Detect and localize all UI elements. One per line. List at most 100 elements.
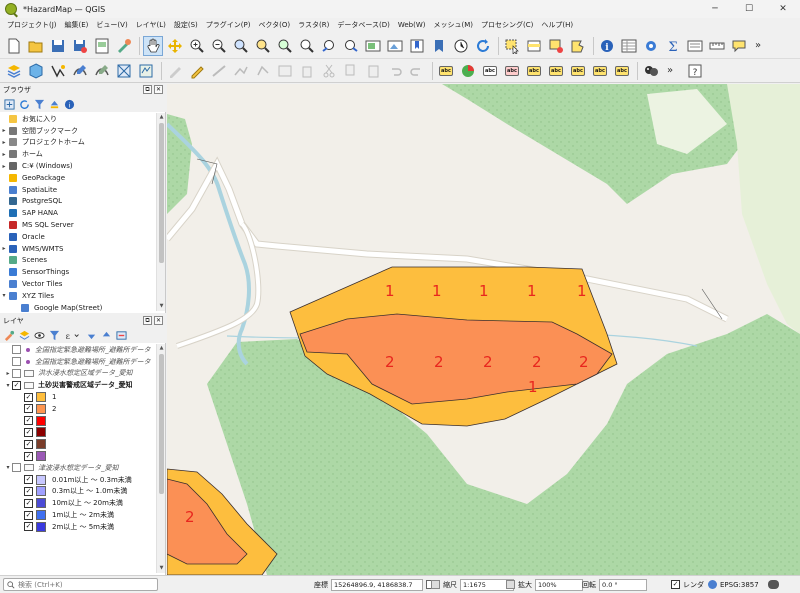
zoom-layer-icon[interactable] [275,36,295,56]
layer-visibility-checkbox[interactable] [12,463,21,473]
layer-visibility-checkbox[interactable] [12,368,21,378]
zoom-selection-icon[interactable] [253,36,273,56]
close-button[interactable]: ✕ [766,0,800,18]
layer-visibility-checkbox[interactable]: ✓ [24,486,33,496]
messages-section[interactable] [768,578,779,591]
browser-item[interactable]: ▸ 空間ブックマーク [0,125,156,137]
expand-arrow-icon[interactable]: ▾ [0,292,8,299]
layer-visibility-checkbox[interactable] [12,357,21,367]
zoom-next-icon[interactable] [341,36,361,56]
new-print-layout-icon[interactable] [92,36,112,56]
layers-scrollbar[interactable]: ▲ ▼ [156,344,165,573]
cut-features-icon[interactable] [319,61,339,81]
maximize-button[interactable]: ☐ [732,0,766,18]
add-selected-layers-icon[interactable] [2,97,17,111]
label-show-hide-icon[interactable]: abc [524,61,544,81]
layer-visibility-checkbox[interactable]: ✓ [24,439,33,449]
style-manager-icon[interactable] [114,36,134,56]
collapse-all-icon[interactable] [99,328,114,342]
legend-class-row[interactable]: ✓ 0.3m以上 ～ 1.0m未満 [4,486,156,498]
label-pin-icon[interactable]: abc [502,61,522,81]
browser-item[interactable]: SAP HANA [0,207,156,219]
layer-visibility-checkbox[interactable]: ✓ [24,392,33,402]
menu-raster[interactable]: ラスタ(R) [294,20,333,30]
browser-item[interactable]: お気に入り [0,113,156,125]
expand-all-icon[interactable] [84,328,99,342]
deselect-icon[interactable] [546,36,566,56]
legend-class-row[interactable]: ✓ 0.01m以上 ～ 0.3m未満 [4,474,156,486]
attribute-table-icon[interactable] [619,36,639,56]
layer-row[interactable]: 全国指定緊急避難場所_避難所データ [4,356,156,368]
layer-visibility-checkbox[interactable]: ✓ [24,510,33,520]
browser-item[interactable]: Scenes [0,255,156,267]
menu-processing[interactable]: プロセシング(C) [477,20,537,30]
select-features-icon[interactable] [502,36,522,56]
new-3d-view-icon[interactable] [385,36,405,56]
save-edits-icon[interactable] [209,61,229,81]
scale-lock-icon[interactable] [431,580,440,589]
collapse-arrow-icon[interactable]: ▸ [0,127,8,134]
zoom-full-icon[interactable] [231,36,251,56]
collapse-arrow-icon[interactable]: ▸ [0,245,8,252]
browser-item[interactable]: Oracle [0,231,156,243]
remove-layer-icon[interactable] [114,328,129,342]
label-rotate-icon[interactable]: abc [568,61,588,81]
data-source-manager-icon[interactable] [4,61,24,81]
browser-item[interactable]: ▸ WMS/WMTS [0,243,156,255]
toolbar-overflow-button-2[interactable]: » [667,65,673,76]
scroll-down-arrow-icon[interactable]: ▼ [157,302,166,311]
layer-visibility-checkbox[interactable]: ✓ [24,498,33,508]
minimize-button[interactable]: ─ [698,0,732,18]
layers-scroll-thumb[interactable] [159,354,164,494]
new-virtual-layer-icon[interactable] [92,61,112,81]
copy-features-icon[interactable] [341,61,361,81]
statistics-icon[interactable]: Σ [663,36,683,56]
layer-visibility-checkbox[interactable]: ✓ [24,404,33,414]
browser-item[interactable]: Google Map(Street) [0,302,156,312]
legend-class-row[interactable]: ✓ [4,438,156,450]
layer-visibility-checkbox[interactable]: ✓ [24,475,33,485]
layer-visibility-checkbox[interactable]: ✓ [24,522,33,532]
new-project-icon[interactable] [4,36,24,56]
browser-item[interactable]: SensorThings [0,266,156,278]
crs-section[interactable]: EPSG:3857 [708,578,759,591]
pan-to-selection-icon[interactable] [165,36,185,56]
magnifier-lock-icon[interactable] [506,580,515,589]
menu-web[interactable]: Web(W) [394,21,430,29]
layer-row[interactable]: ▸ 洪水浸水想定区域データ_愛知 [4,368,156,380]
legend-class-row[interactable]: ✓ 10m以上 ～ 20m未満 [4,497,156,509]
diagram-options-icon[interactable] [458,61,478,81]
close-panel-icon[interactable]: ✕ [154,85,163,94]
add-group-icon[interactable] [17,328,32,342]
legend-class-row[interactable]: ✓ [4,427,156,439]
legend-class-row[interactable]: ✓ [4,415,156,427]
filter-legend-icon[interactable] [47,328,62,342]
properties-icon[interactable]: i [62,97,77,111]
identify-features-icon[interactable]: i [597,36,617,56]
browser-item[interactable]: ▸ プロジェクトホーム [0,137,156,149]
select-attributes-icon[interactable] [524,36,544,56]
scroll-down-arrow-icon[interactable]: ▼ [157,564,166,573]
legend-class-row[interactable]: ✓ [4,450,156,462]
render-checkbox[interactable]: ✓ [671,580,680,589]
coordinate-field[interactable]: 15264896.9, 4186838.7 [331,578,423,591]
temporal-controller-icon[interactable] [451,36,471,56]
scroll-up-arrow-icon[interactable]: ▲ [157,344,166,353]
save-as-icon[interactable] [70,36,90,56]
browser-item[interactable]: Vector Tiles [0,278,156,290]
map-canvas[interactable]: 1 1 1 1 1 1 2 2 2 2 2 2 [167,84,800,575]
refresh-icon[interactable] [473,36,493,56]
browser-item[interactable]: GeoPackage [0,172,156,184]
processing-toolbox-icon[interactable] [641,36,661,56]
new-geopackage-icon[interactable] [26,61,46,81]
menu-database[interactable]: データベース(D) [333,20,394,30]
new-mesh-layer-icon[interactable] [114,61,134,81]
expand-arrow-icon[interactable]: ▾ [4,382,12,389]
current-edits-icon[interactable] [165,61,185,81]
refresh-icon[interactable] [17,97,32,111]
collapse-arrow-icon[interactable]: ▸ [0,151,8,158]
browser-scrollbar[interactable]: ▲ ▼ [156,113,165,311]
help-icon[interactable]: ? [685,61,705,81]
toolbar-overflow-button[interactable]: » [755,40,761,51]
open-project-icon[interactable] [26,36,46,56]
